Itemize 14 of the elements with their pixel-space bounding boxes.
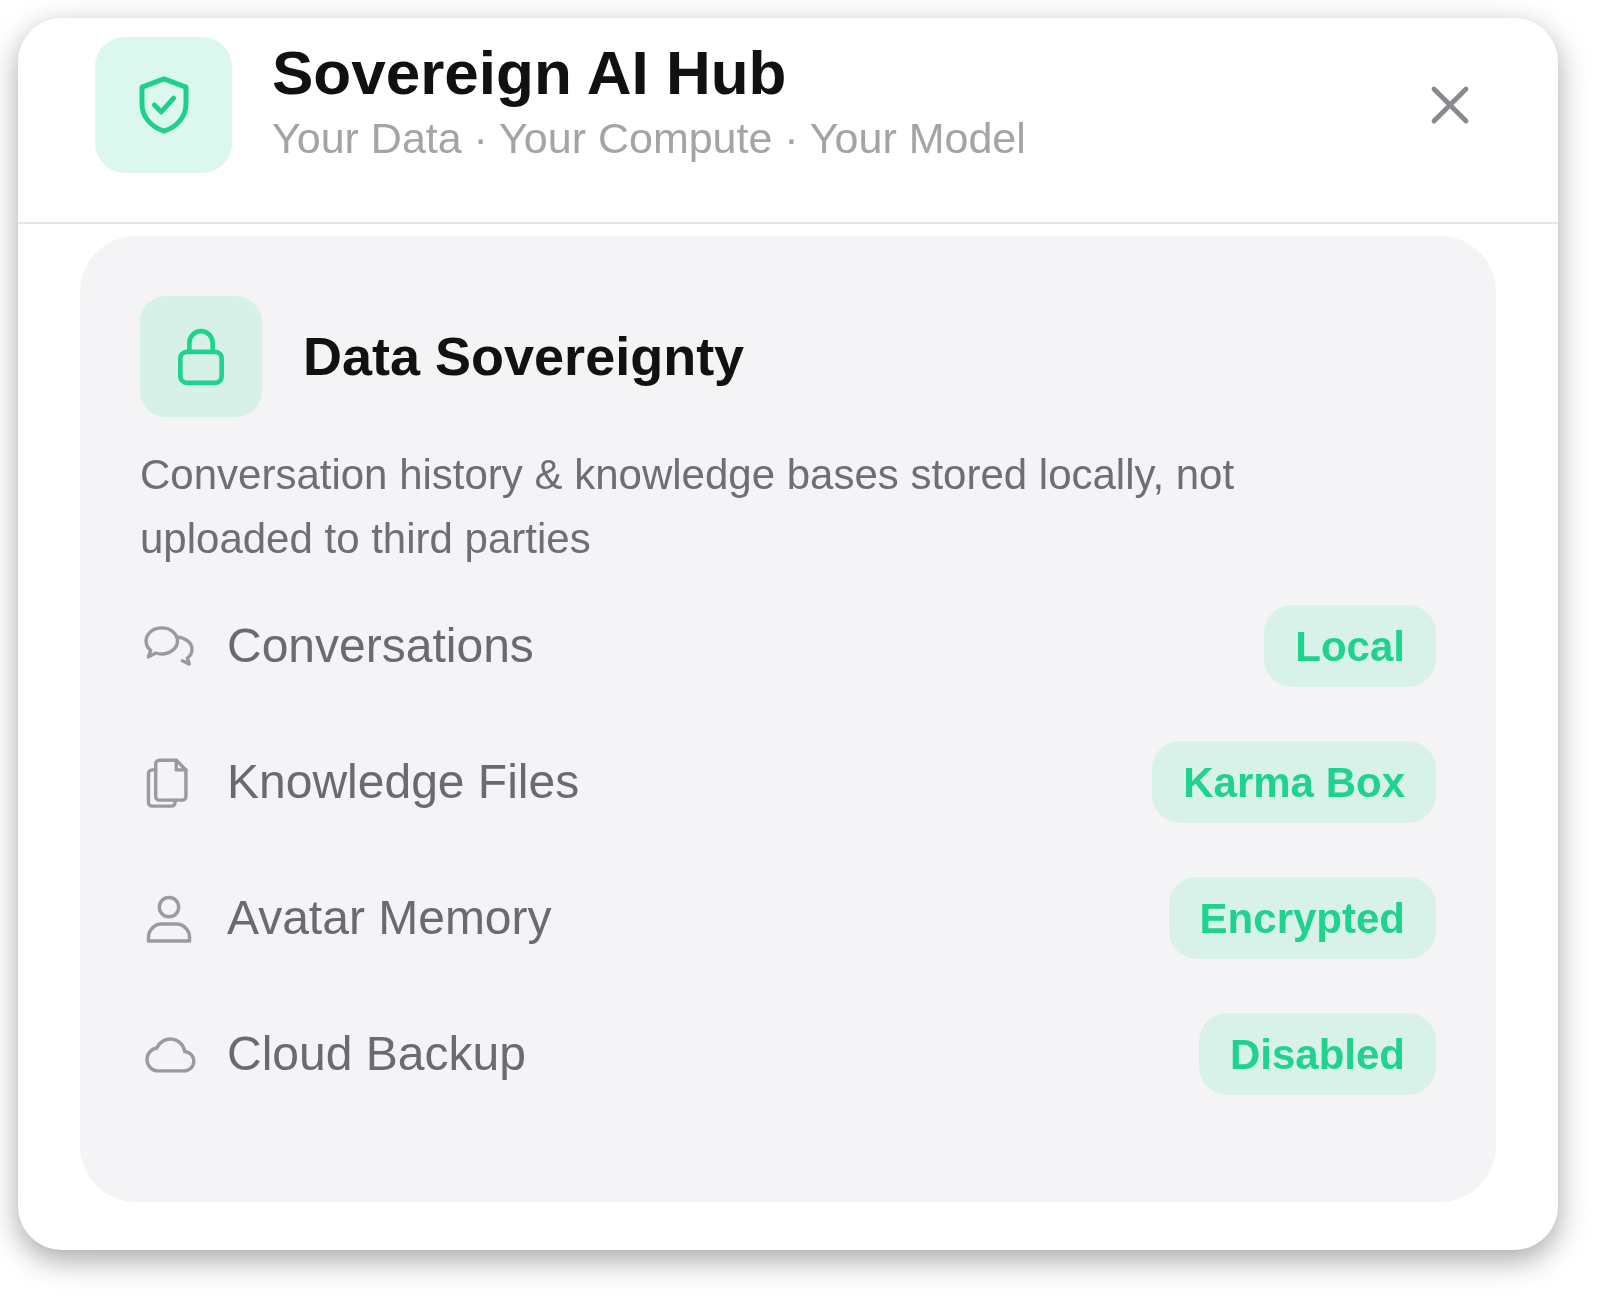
item-label: Conversations [227,618,535,674]
app-title: Sovereign AI Hub [272,39,788,108]
item-label: Avatar Memory [227,890,553,946]
shield-icon [95,37,232,173]
status-badge: Encrypted [1168,877,1436,959]
status-badge: Local [1264,605,1436,687]
app-subtitle: Your Data · Your Compute · Your Model [272,113,1027,165]
lock-icon [140,296,262,417]
item-label: Knowledge Files [227,754,581,810]
section-title: Data Sovereignty [303,325,745,388]
section-description: Conversation history & knowledge bases stored locally, not uploaded to third parties [140,450,1236,564]
status-badge: Disabled [1198,1013,1436,1095]
item-label: Cloud Backup [227,1026,527,1082]
status-badge: Karma Box [1152,741,1436,823]
